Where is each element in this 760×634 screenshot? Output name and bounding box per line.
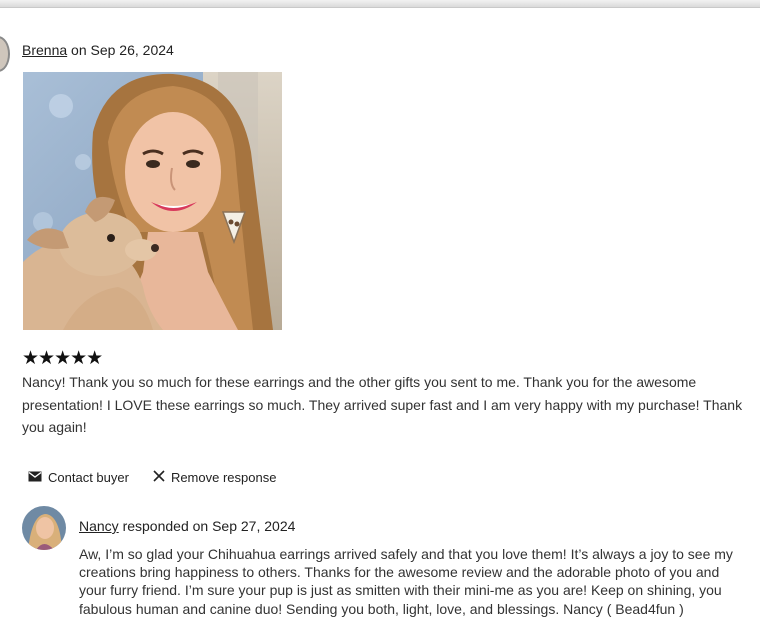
star-rating: ★★★★★ <box>22 348 103 369</box>
contact-buyer-label: Contact buyer <box>48 469 129 485</box>
responder-line: Nancy responded on Sep 27, 2024 <box>79 518 295 534</box>
reviewer-name-link[interactable]: Brenna <box>22 42 67 58</box>
review-text: Nancy! Thank you so much for these earri… <box>22 374 743 435</box>
envelope-icon <box>28 470 42 485</box>
contact-buyer-button[interactable]: Contact buyer <box>28 470 129 485</box>
review-date: on Sep 26, 2024 <box>67 42 174 58</box>
remove-response-button[interactable]: Remove response <box>153 469 277 485</box>
responder-avatar[interactable] <box>22 506 66 550</box>
close-icon <box>153 469 165 485</box>
top-divider <box>0 0 760 8</box>
reviewer-line: Brenna on Sep 26, 2024 <box>22 42 174 58</box>
reviewer-avatar[interactable] <box>0 36 10 72</box>
response-text: Aw, I’m so glad your Chihuahua earrings … <box>79 546 733 617</box>
remove-response-label: Remove response <box>170 469 277 485</box>
response-date: responded on Sep 27, 2024 <box>118 518 296 534</box>
review-photo[interactable] <box>23 72 282 330</box>
review-actions: Contact buyer Remove response <box>28 468 276 486</box>
responder-name-link[interactable]: Nancy <box>79 518 119 534</box>
